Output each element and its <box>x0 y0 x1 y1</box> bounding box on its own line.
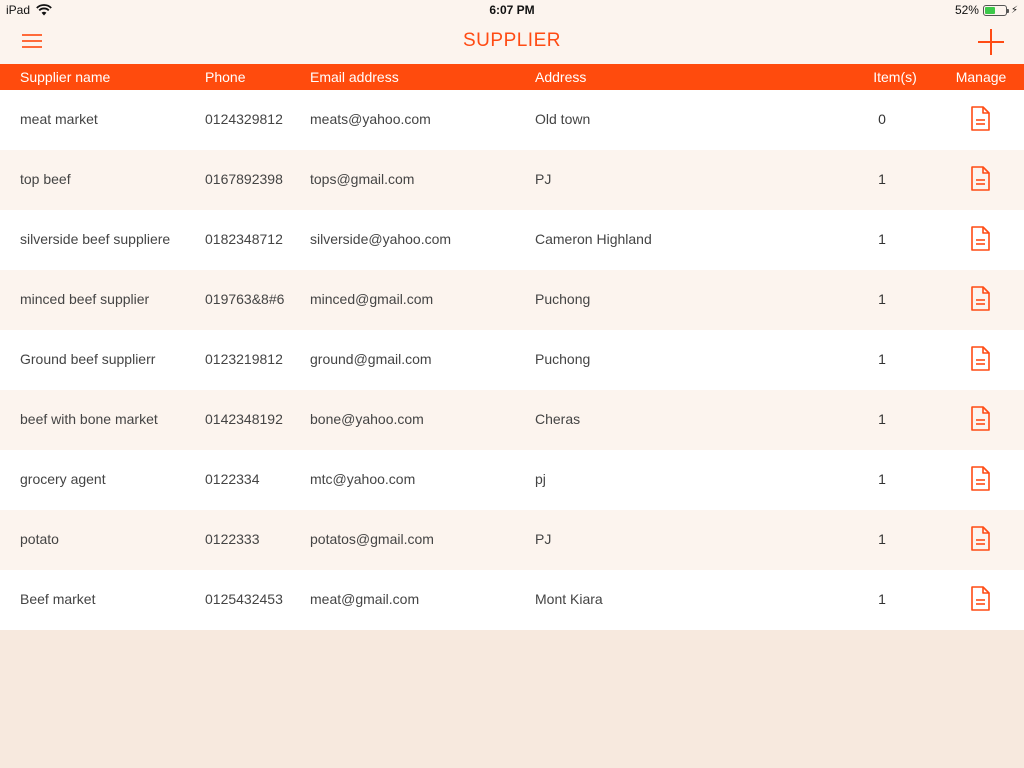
document-icon[interactable] <box>971 526 990 551</box>
table-header: Supplier name Phone Email address Addres… <box>0 64 1024 90</box>
header-phone: Phone <box>205 69 246 85</box>
supplier-email: tops@gmail.com <box>310 171 415 187</box>
status-time: 6:07 PM <box>489 3 535 17</box>
supplier-name: minced beef supplier <box>20 291 150 307</box>
supplier-name: top beef <box>20 171 71 187</box>
supplier-name: grocery agent <box>20 471 106 487</box>
supplier-phone: 0182348712 <box>205 231 283 247</box>
table-row[interactable]: silverside beef suppliere 0182348712 sil… <box>0 210 1024 270</box>
supplier-email: mtc@yahoo.com <box>310 471 416 487</box>
supplier-item-count: 1 <box>878 351 886 367</box>
nav-bar: SUPPLIER <box>0 20 1024 64</box>
charging-bolt-icon: ⚡ <box>1010 4 1018 16</box>
supplier-item-count: 1 <box>878 171 886 187</box>
header-email: Email address <box>310 69 399 85</box>
document-icon[interactable] <box>971 286 990 311</box>
supplier-address: Puchong <box>535 351 591 367</box>
document-icon[interactable] <box>971 466 990 491</box>
supplier-address: Old town <box>535 111 591 127</box>
supplier-phone: 0125432453 <box>205 591 283 607</box>
battery-level-fill <box>984 6 996 14</box>
battery-percent: 52% <box>954 3 979 17</box>
status-bar: iPad 6:07 PM 52% ⚡ <box>0 0 1024 20</box>
document-icon[interactable] <box>971 406 990 431</box>
supplier-email: potatos@gmail.com <box>310 531 434 547</box>
supplier-phone: 0122334 <box>205 471 260 487</box>
supplier-address: Cameron Highland <box>535 231 652 247</box>
status-right: 52% ⚡ <box>955 3 1018 17</box>
supplier-email: ground@gmail.com <box>310 351 432 367</box>
table-row[interactable]: meat market 0124329812 meats@yahoo.com O… <box>0 90 1024 150</box>
supplier-name: Ground beef supplierr <box>20 351 156 367</box>
supplier-email: bone@yahoo.com <box>310 411 424 427</box>
supplier-address: Cheras <box>535 411 581 427</box>
battery-icon <box>982 4 1009 16</box>
header-items: Item(s) <box>873 69 917 85</box>
page-title: SUPPLIER <box>463 30 561 51</box>
header-manage: Manage <box>955 69 1007 85</box>
supplier-name: beef with bone market <box>20 411 158 427</box>
table-row[interactable]: minced beef supplier 019763&8#6 minced@g… <box>0 270 1024 330</box>
supplier-address: Puchong <box>535 291 591 307</box>
app-window: iPad 6:07 PM 52% ⚡ SUPPLIER Supplier nam… <box>0 0 1024 768</box>
document-icon[interactable] <box>971 106 990 131</box>
header-supplier-name: Supplier name <box>20 69 111 85</box>
supplier-phone: 0142348192 <box>205 411 283 427</box>
supplier-item-count: 0 <box>878 111 886 127</box>
supplier-address: PJ <box>535 531 552 547</box>
document-icon[interactable] <box>971 586 990 611</box>
supplier-name: meat market <box>20 111 98 127</box>
table-row[interactable]: potato 0122333 potatos@gmail.com PJ 1 <box>0 510 1024 570</box>
document-icon[interactable] <box>971 346 990 371</box>
supplier-address: PJ <box>535 171 552 187</box>
supplier-phone: 0123219812 <box>205 351 283 367</box>
supplier-phone: 0124329812 <box>205 111 283 127</box>
supplier-item-count: 1 <box>878 471 886 487</box>
supplier-phone: 0167892398 <box>205 171 283 187</box>
document-icon[interactable] <box>971 226 990 251</box>
document-icon[interactable] <box>971 166 990 191</box>
table-row[interactable]: grocery agent 0122334 mtc@yahoo.com pj 1 <box>0 450 1024 510</box>
table-row[interactable]: Beef market 0125432453 meat@gmail.com Mo… <box>0 570 1024 630</box>
supplier-email: meat@gmail.com <box>310 591 420 607</box>
supplier-phone: 0122333 <box>205 531 260 547</box>
table-row[interactable]: top beef 0167892398 tops@gmail.com PJ 1 <box>0 150 1024 210</box>
supplier-name: potato <box>20 531 59 547</box>
supplier-table: meat market 0124329812 meats@yahoo.com O… <box>0 90 1024 630</box>
header-address: Address <box>535 69 587 85</box>
supplier-item-count: 1 <box>878 291 886 307</box>
supplier-item-count: 1 <box>878 591 886 607</box>
supplier-phone: 019763&8#6 <box>205 291 285 307</box>
table-row[interactable]: beef with bone market 0142348192 bone@ya… <box>0 390 1024 450</box>
supplier-name: Beef market <box>20 591 96 607</box>
supplier-email: minced@gmail.com <box>310 291 434 307</box>
supplier-address: pj <box>535 471 546 487</box>
supplier-email: meats@yahoo.com <box>310 111 431 127</box>
supplier-item-count: 1 <box>878 411 886 427</box>
supplier-item-count: 1 <box>878 531 886 547</box>
supplier-address: Mont Kiara <box>535 591 603 607</box>
table-row[interactable]: Ground beef supplierr 0123219812 ground@… <box>0 330 1024 390</box>
supplier-email: silverside@yahoo.com <box>310 231 452 247</box>
supplier-item-count: 1 <box>878 231 886 247</box>
supplier-name: silverside beef suppliere <box>20 231 171 247</box>
add-icon[interactable] <box>978 29 1004 55</box>
